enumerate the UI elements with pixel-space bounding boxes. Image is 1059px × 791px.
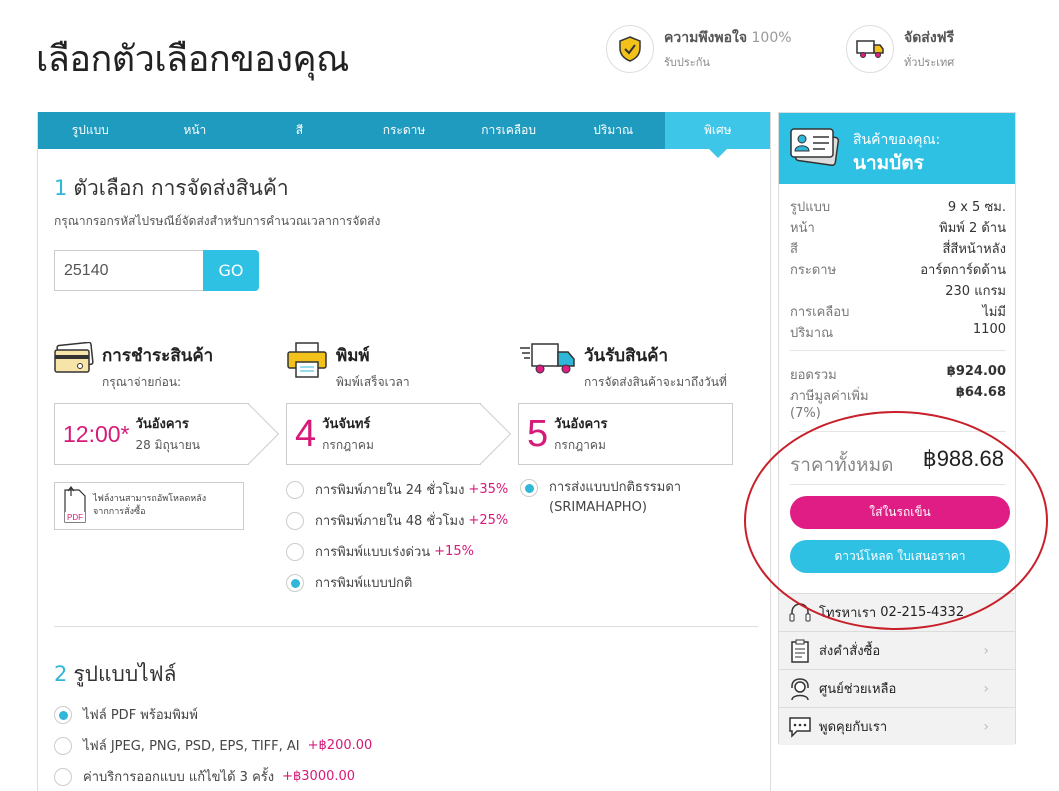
truck-icon — [846, 25, 894, 73]
zip-input[interactable]: 25140 — [54, 250, 204, 291]
tab-coating[interactable]: การเคลือบ — [456, 112, 561, 149]
radio-button[interactable] — [54, 767, 72, 786]
chevron-right-icon: › — [983, 718, 989, 735]
subtotal-row: ยอดรวม ฿924.00 — [790, 364, 1006, 383]
options-panel: รูปแบบ หน้า สี กระดาษ การเคลือบ ปริมาณ พ… — [37, 112, 771, 791]
pdf-file-icon: PDF — [59, 484, 87, 528]
print-option-normal[interactable]: การพิมพ์แบบปกติ — [286, 572, 412, 593]
chevron-right-icon: › — [983, 680, 989, 697]
summary-divider — [790, 431, 1006, 432]
vat-rate-row: (7%) — [790, 406, 821, 421]
file-option-pdf[interactable]: ไฟล์ PDF พร้อมพิมพ์ — [54, 704, 198, 725]
send-order-link[interactable]: ส่งคำสั่งซื้อ › — [779, 631, 1015, 669]
business-card-icon — [789, 125, 841, 173]
zip-hint: กรุณากรอกรหัสไปรษณีย์จัดส่งสำหรับการคำนว… — [54, 214, 381, 228]
satisfaction-percent: 100% — [751, 30, 792, 46]
spec-row: รูปแบบ 9 x 5 ซม. — [790, 200, 1006, 215]
order-summary: สินค้าของคุณ: นามบัตร รูปแบบ 9 x 5 ซม. หน… — [778, 112, 1016, 745]
payment-time: 12:00* — [63, 420, 130, 447]
shipping-option-normal[interactable]: การส่งแบบปกติธรรมดา (SRIMAHAPHO) — [520, 479, 681, 518]
go-button[interactable]: GO — [203, 250, 259, 291]
printer-icon — [286, 342, 328, 382]
satisfaction-title: ความพึงพอใจ — [664, 30, 748, 46]
call-us-link[interactable]: โทรหาเรา 02-215-4332 — [779, 593, 1015, 631]
delivery-section-title: 1 ตัวเลือก การจัดส่งสินค้า — [54, 176, 289, 200]
free-shipping-title: จัดส่งฟรี — [904, 30, 955, 46]
radio-button[interactable] — [286, 573, 304, 592]
print-day-number: 4 — [295, 412, 317, 455]
tab-color[interactable]: สี — [247, 112, 352, 149]
total-price: ฿988.68 — [922, 446, 1004, 471]
print-header: พิมพ์ พิมพ์เสร็จเวลา — [286, 342, 410, 392]
add-to-cart-button[interactable]: ใส่ในรถเข็น — [790, 496, 1010, 529]
help-center-link[interactable]: ศูนย์ช่วยเหลือ › — [779, 669, 1015, 707]
tab-format[interactable]: รูปแบบ — [38, 112, 143, 149]
receive-date-box: 5 วันอังคาร กรกฎาคม — [518, 403, 733, 465]
upload-note: PDF ไฟล์งานสามารถอัพโหลดหลัง จากการสั่งซื… — [54, 482, 244, 530]
summary-product: นามบัตร — [853, 152, 924, 174]
download-quote-button[interactable]: ดาวน์โหลด ใบเสนอราคา — [790, 540, 1010, 573]
print-option-24h[interactable]: การพิมพ์ภายใน 24 ชั่วโมง +35% — [286, 479, 508, 500]
chat-link[interactable]: พูดคุยกับเรา › — [779, 707, 1015, 745]
file-format-section-title: 2 รูปแบบไฟล์ — [54, 662, 177, 686]
spec-row: 230 แกรม — [945, 284, 1006, 299]
print-option-express[interactable]: การพิมพ์แบบเร่งด่วน +15% — [286, 541, 474, 562]
shield-icon — [606, 25, 654, 73]
tab-quantity[interactable]: ปริมาณ — [561, 112, 666, 149]
truck-icon — [520, 342, 576, 380]
tab-pages[interactable]: หน้า — [143, 112, 248, 149]
free-shipping-badge: จัดส่งฟรี ทั่วประเทศ — [846, 25, 954, 73]
radio-button[interactable] — [54, 736, 72, 755]
payment-header: การชำระสินค้า กรุณาจ่ายก่อน: — [54, 341, 213, 392]
vat-row: ภาษีมูลค่าเพิ่ม ฿64.68 — [790, 385, 1006, 404]
tab-paper[interactable]: กระดาษ — [352, 112, 457, 149]
print-option-48h[interactable]: การพิมพ์ภายใน 48 ชั่วโมง +25% — [286, 510, 508, 531]
spec-row: การเคลือบ ไม่มี — [790, 305, 1006, 320]
option-tabs: รูปแบบ หน้า สี กระดาษ การเคลือบ ปริมาณ พ… — [38, 112, 771, 158]
radio-button[interactable] — [286, 542, 304, 561]
tab-special[interactable]: พิเศษ — [665, 112, 771, 158]
summary-header: สินค้าของคุณ: นามบัตร — [779, 113, 1015, 184]
support-agent-icon — [787, 676, 813, 702]
spec-row: หน้า พิมพ์ 2 ด้าน — [790, 221, 1006, 236]
headset-icon — [787, 600, 813, 626]
section-divider — [54, 626, 758, 627]
pdf-label: PDF — [67, 513, 83, 522]
radio-button[interactable] — [54, 705, 72, 724]
summary-divider — [790, 350, 1006, 351]
file-option-design-service[interactable]: ค่าบริการออกแบบ แก้ไขได้ 3 ครั้ง +฿3000.0… — [54, 766, 355, 787]
radio-button[interactable] — [286, 480, 304, 499]
clipboard-icon — [787, 638, 813, 664]
chevron-right-icon: › — [983, 642, 989, 659]
summary-divider — [790, 484, 1006, 485]
chat-bubble-icon — [787, 714, 813, 740]
spec-row: กระดาษ อาร์ตการ์ดด้าน — [790, 263, 1006, 278]
receive-header: วันรับสินค้า การจัดส่งสินค้าจะมาถึงวันที่ — [520, 342, 727, 392]
total-label: ราคาทั้งหมด — [790, 454, 894, 476]
credit-card-icon — [54, 341, 94, 380]
spec-row: ปริมาณ 1100 — [790, 322, 1006, 341]
file-option-other-formats[interactable]: ไฟล์ JPEG, PNG, PSD, EPS, TIFF, AI +฿200.… — [54, 735, 372, 756]
radio-button[interactable] — [520, 479, 538, 497]
spec-row: สี สี่สีหน้าหลัง — [790, 242, 1006, 257]
free-shipping-subtitle: ทั่วประเทศ — [904, 56, 955, 69]
page-title: เลือกตัวเลือกของคุณ — [36, 39, 349, 80]
satisfaction-badge: ความพึงพอใจ 100% รับประกัน — [606, 25, 792, 73]
satisfaction-subtitle: รับประกัน — [664, 56, 710, 69]
radio-button[interactable] — [286, 511, 304, 530]
receive-day-number: 5 — [527, 412, 549, 455]
